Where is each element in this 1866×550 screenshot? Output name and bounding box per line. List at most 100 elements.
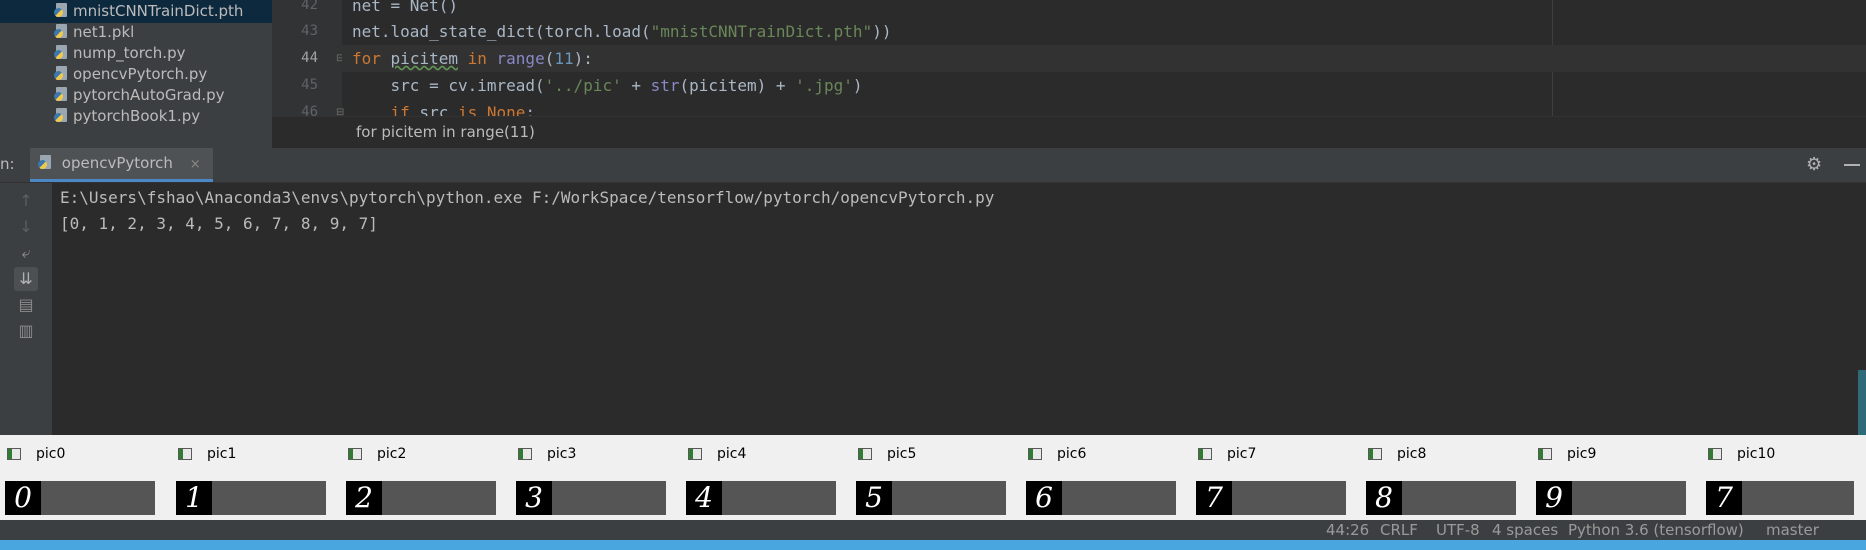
cv-image: 5: [856, 481, 1006, 515]
code-text: net = Net(): [352, 0, 458, 15]
python-file-icon: [38, 155, 53, 170]
cv-window-pic0[interactable]: pic0 0: [0, 435, 171, 520]
cv-image: 3: [516, 481, 666, 515]
cv-window-titlebar[interactable]: pic4: [681, 435, 852, 475]
cv-window-titlebar[interactable]: pic9: [1531, 435, 1702, 475]
cv-window-title: pic2: [377, 446, 407, 462]
caret-position[interactable]: 44:26: [1326, 521, 1369, 539]
code-text: net.load_state_dict(torch.load(: [352, 22, 651, 41]
opencv-window-icon: [348, 448, 362, 460]
cv-window-pic4[interactable]: pic4 4: [681, 435, 852, 520]
code-builtin: range: [496, 49, 545, 68]
breadcrumb[interactable]: for picitem in range(11): [272, 116, 1866, 148]
cv-window-pic2[interactable]: pic2 2: [341, 435, 512, 520]
soft-wrap-icon[interactable]: ⤶: [14, 241, 38, 265]
cv-window-pic8[interactable]: pic8 8: [1361, 435, 1532, 520]
cv-window-titlebar[interactable]: pic3: [511, 435, 682, 475]
line-number: 44: [301, 50, 318, 66]
code-variable: picitem: [390, 49, 458, 68]
cv-window-titlebar[interactable]: pic6: [1021, 435, 1192, 475]
opencv-window-icon: [518, 448, 532, 460]
cv-image: 6: [1026, 481, 1176, 515]
cv-window-pic10[interactable]: pic10 7: [1701, 435, 1858, 520]
opencv-window-icon: [1028, 448, 1042, 460]
cv-image: 1: [176, 481, 326, 515]
tree-item-label: pytorchBook1.py: [73, 107, 201, 125]
cv-window-titlebar[interactable]: pic1: [171, 435, 342, 475]
cv-window-pic3[interactable]: pic3 3: [511, 435, 682, 520]
tree-item-label: opencvPytorch.py: [73, 65, 208, 83]
opencv-window-icon: [1198, 448, 1212, 460]
console-line: E:\Users\fshao\Anaconda3\envs\pytorch\py…: [60, 188, 995, 207]
cv-window-pic5[interactable]: pic5 5: [851, 435, 1022, 520]
close-icon[interactable]: ×: [190, 157, 201, 172]
console-output[interactable]: E:\Users\fshao\Anaconda3\envs\pytorch\py…: [52, 183, 1866, 435]
digit-image: 0: [5, 481, 41, 515]
python-file-icon: [54, 66, 69, 81]
trash-icon[interactable]: ▥: [14, 319, 38, 343]
file-encoding[interactable]: UTF-8: [1436, 521, 1480, 539]
digit-image: 2: [346, 481, 382, 515]
code-editor[interactable]: 42 43 44 45 46 ⊟ ⊟ net = Net() net.load_…: [272, 0, 1866, 148]
cv-window-title: pic8: [1397, 446, 1427, 462]
tree-item-label: nump_torch.py: [73, 44, 186, 62]
breadcrumb-item[interactable]: for picitem in range(11): [356, 123, 535, 141]
code-keyword: in: [467, 49, 487, 68]
gear-icon[interactable]: ⚙: [1806, 156, 1824, 174]
cv-image: 7: [1196, 481, 1346, 515]
cv-window-title: pic1: [207, 446, 237, 462]
code-text: )): [872, 22, 892, 41]
opencv-window-icon: [178, 448, 192, 460]
cv-window-pic6[interactable]: pic6 6: [1021, 435, 1192, 520]
cv-window-title: pic7: [1227, 446, 1257, 462]
code-builtin: str: [650, 76, 680, 95]
file-icon: [54, 3, 69, 18]
run-tab-label: opencvPytorch: [61, 154, 173, 172]
tree-item-label: mnistCNNTrainDict.pth: [73, 2, 244, 20]
tree-item-label: net1.pkl: [73, 23, 135, 41]
line-separator[interactable]: CRLF: [1380, 521, 1418, 539]
cv-window-titlebar[interactable]: pic0: [0, 435, 171, 475]
tree-item-mnist-pth[interactable]: mnistCNNTrainDict.pth: [0, 0, 272, 23]
cv-image: 2: [346, 481, 496, 515]
digit-image: 7: [1706, 481, 1742, 515]
run-tab-opencvpytorch[interactable]: opencvPytorch ×: [30, 148, 213, 182]
console-line: [0, 1, 2, 3, 4, 5, 6, 7, 8, 9, 7]: [60, 214, 378, 233]
code-string: '../pic': [544, 76, 622, 95]
scrollbar[interactable]: [1858, 370, 1866, 435]
cv-window-titlebar[interactable]: pic8: [1361, 435, 1532, 475]
line-number-gutter: 42 43 44 45 46: [272, 0, 342, 120]
cv-image: 7: [1706, 481, 1854, 515]
cv-image: 4: [686, 481, 836, 515]
python-interpreter[interactable]: Python 3.6 (tensorflow): [1568, 521, 1744, 539]
scroll-to-end-icon[interactable]: ⇊: [14, 267, 38, 291]
taskbar-strip: [0, 540, 1866, 550]
tree-item-pytorchbook1[interactable]: pytorchBook1.py: [54, 104, 200, 128]
indent-setting[interactable]: 4 spaces: [1492, 521, 1558, 539]
cv-window-titlebar[interactable]: pic5: [851, 435, 1022, 475]
opencv-window-icon: [1538, 448, 1552, 460]
cv-window-titlebar[interactable]: pic2: [341, 435, 512, 475]
minimize-icon[interactable]: [1844, 164, 1860, 166]
code-text: +: [621, 76, 651, 95]
code-line-43: net.load_state_dict(torch.load("mnistCNN…: [352, 18, 891, 45]
code-text: (picitem) +: [679, 76, 796, 95]
python-file-icon: [54, 45, 69, 60]
cv-window-pic7[interactable]: pic7 7: [1191, 435, 1362, 520]
cv-window-pic9[interactable]: pic9 9: [1531, 435, 1702, 520]
cv-window-titlebar[interactable]: pic7: [1191, 435, 1362, 475]
cv-window-title: pic5: [887, 446, 917, 462]
cv-window-titlebar[interactable]: pic10: [1701, 435, 1858, 475]
cv-window-title: pic10: [1737, 446, 1776, 462]
code-text: src = cv.imread(: [352, 76, 545, 95]
down-arrow-icon[interactable]: ↓: [14, 215, 38, 239]
cv-image: 9: [1536, 481, 1686, 515]
print-icon[interactable]: ▤: [14, 293, 38, 317]
cv-window-pic1[interactable]: pic1 1: [171, 435, 342, 520]
opencv-window-icon: [1368, 448, 1382, 460]
up-arrow-icon[interactable]: ↑: [14, 189, 38, 213]
python-file-icon: [54, 108, 69, 123]
git-branch[interactable]: master: [1766, 521, 1819, 539]
cv-window-title: pic4: [717, 446, 747, 462]
cv-window-title: pic9: [1567, 446, 1597, 462]
